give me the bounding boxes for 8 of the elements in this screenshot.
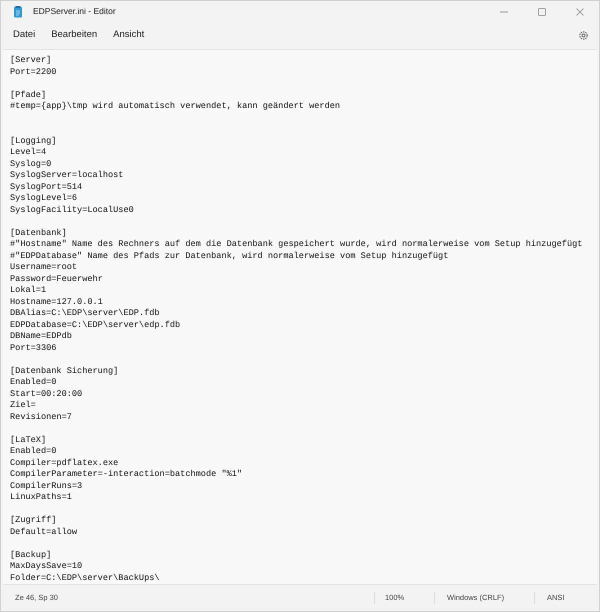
window-title: EDPServer.ini - Editor [33,5,116,18]
menu-item[interactable]: Ansicht [105,25,152,46]
close-icon[interactable] [575,6,585,16]
menu-item[interactable]: Bearbeiten [43,25,106,46]
notepad-icon [13,6,23,18]
menu-item[interactable]: Datei [5,25,44,46]
maximize-icon[interactable] [537,6,547,16]
file-text: [Server] Port=2200 [Pfade] #temp={app}\tmp wird automatisch verwendet, kann geändert werden [Logging] Level=4 Syslog=0 SyslogServer=localhost SyslogPort=514 SyslogLevel=6 SyslogFacility=LocalUse0 [Datenbank] #"Hostname" Name des Rechners auf dem die Datenbank gespeichert wurde, wird normalerweise vom Setup hinzugefügt #"EDPDatabase" Name des Pfads zur Datenbank, wird normalerweise vom Setup hinzugefügt Username=root Password=Feuerwehr Lokal=1 Hostname=127.0.0.1 DBAlias=C:\EDP\server\EDP.fdb EDPDatabase=C:\EDP\server\edp.fdb DBName=EDPdb Port=3306 [Datenbank Sicherung] Enabled=0 Start=00:20:00 Ziel= Revisionen=7 [LaTeX] Enabled=0 Compiler=pdflatex.exe CompilerParameter=-interaction=batchmode "%1" CompilerRuns=3 LinuxPaths=1 [Zugriff] Default=allow [Backup] MaxDaysSave=10 Folder=C:\EDP\server\BackUps\ [10,55,582,584]
